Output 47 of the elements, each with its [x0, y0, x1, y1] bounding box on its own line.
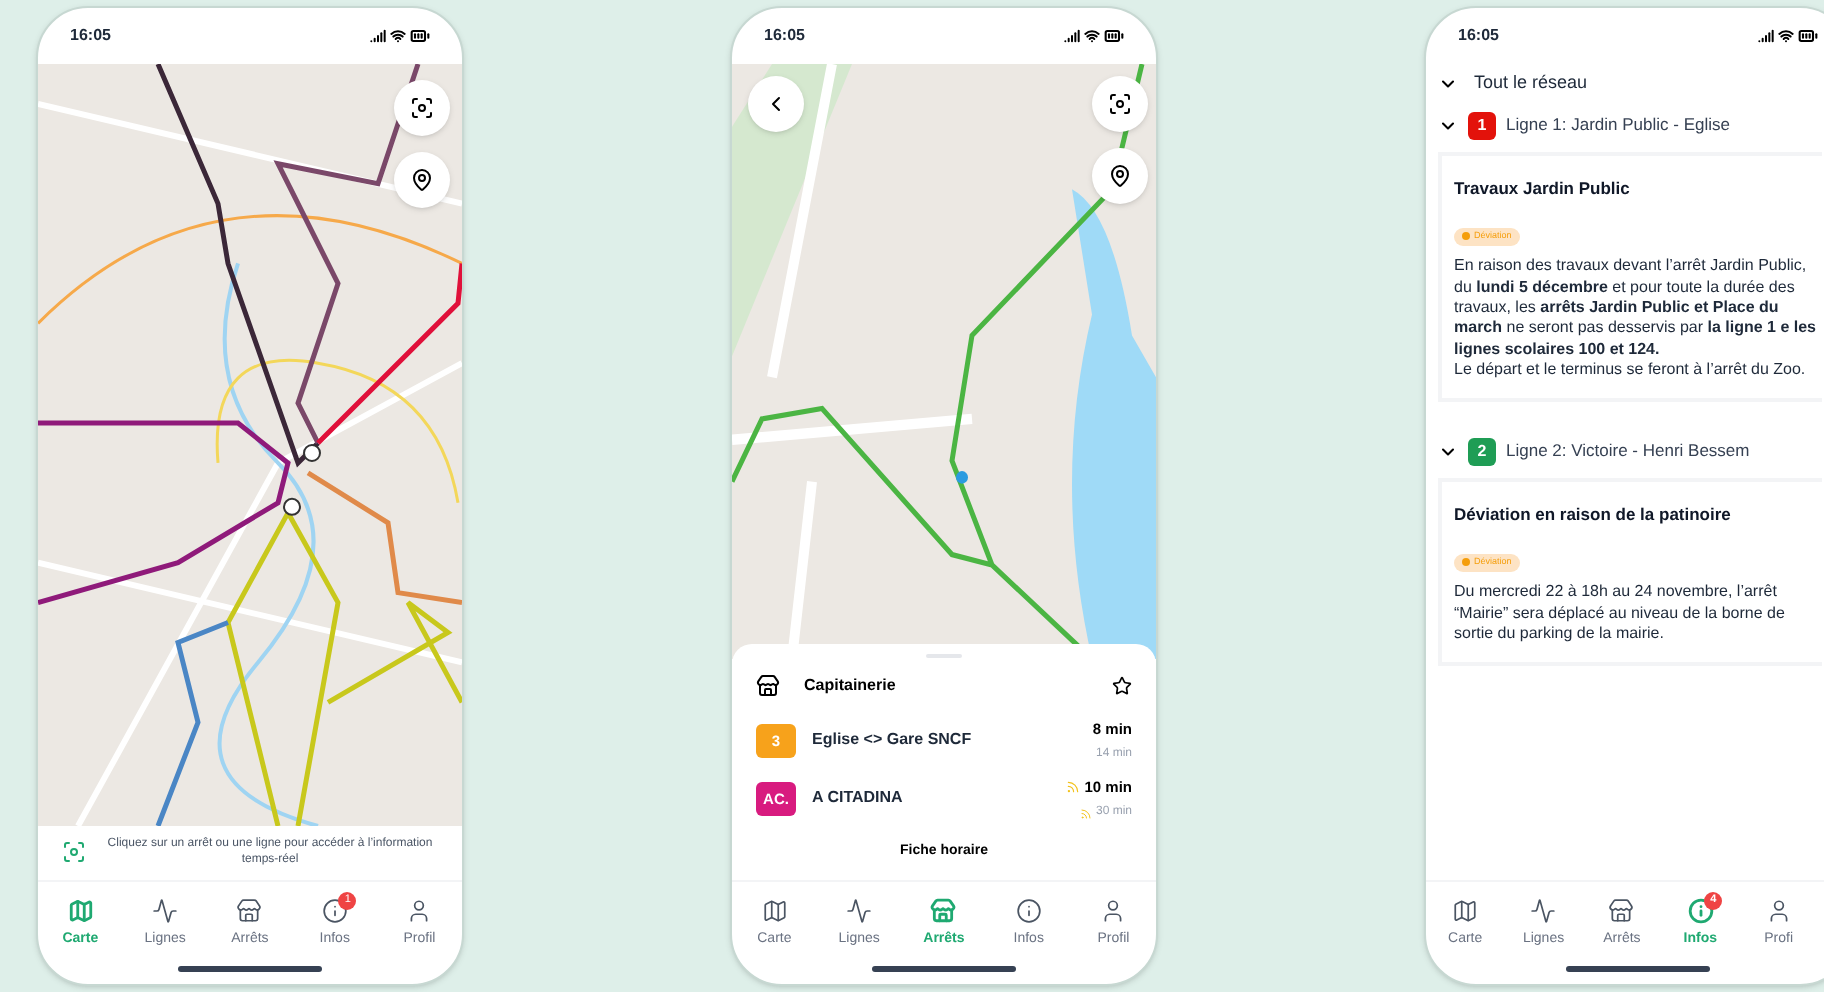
profile-icon — [406, 897, 433, 923]
favorite-star-icon[interactable] — [1112, 675, 1132, 695]
line-badge: 2 — [1468, 437, 1496, 466]
profile-icon — [1100, 897, 1127, 923]
map-icon — [67, 897, 94, 923]
location-pin-icon — [1108, 164, 1132, 188]
realtime-icon — [1079, 807, 1092, 819]
lines-icon — [1530, 897, 1557, 923]
alert-text: Du mercredi 22 à 18h au 24 novembre, l’arrêt “Mairie” sera déplacé au niveau de la borne de sortie du parking de la mairie. — [1454, 582, 1787, 646]
home-indicator — [1566, 966, 1710, 972]
signal-icon — [1064, 28, 1080, 44]
stop-name: Capitainerie — [804, 673, 898, 697]
scan-icon — [62, 840, 86, 865]
map-icon — [761, 897, 788, 923]
lines-icon — [846, 897, 873, 923]
line-name: Ligne 1: Jardin Public - Eglise — [1506, 112, 1730, 138]
home-indicator — [178, 966, 322, 972]
info-icon — [1015, 897, 1042, 923]
wifi-icon — [1778, 28, 1794, 44]
map-icon — [1452, 897, 1479, 923]
home-indicator — [872, 966, 1016, 972]
alert-title: Travaux Jardin Public — [1454, 175, 1632, 201]
network-title: Tout le réseau — [1474, 70, 1588, 96]
line-badge: 1 — [1468, 111, 1496, 139]
battery-icon — [1798, 26, 1818, 46]
status-time: 16:05 — [70, 24, 111, 48]
location-pin-icon — [410, 168, 434, 192]
alert-text: En raison des travaux devant l’arrêt Jardin Public, du lundi 5 décembre et pour toute la durée des travaux, les arrêts Jardin Public et Place du march ne seront pas desservis par la ligne 1 e les lignes scolaires 100 et 124. — [1454, 256, 1818, 361]
line-destination[interactable]: Eglise <> Gare SNCF — [812, 728, 1077, 753]
lines-icon — [152, 897, 179, 923]
profile-icon — [1765, 897, 1792, 923]
alert-text: Le départ et le terminus se feront à l’arrêt du Zoo. — [1454, 360, 1808, 382]
signal-icon — [370, 28, 386, 44]
status-time: 16:05 — [1458, 24, 1499, 48]
alert-title: Déviation en raison de la patinoire — [1454, 501, 1733, 527]
battery-icon — [1104, 26, 1124, 46]
info-icon — [1687, 897, 1714, 923]
line-destination[interactable]: A CITADINA — [812, 786, 1051, 811]
scan-icon — [1108, 92, 1132, 116]
line-name: Ligne 2: Victoire - Henri Bessem — [1506, 438, 1750, 464]
status-time: 16:05 — [764, 24, 805, 48]
wifi-icon — [390, 28, 406, 44]
wifi-icon — [1084, 28, 1100, 44]
battery-icon — [410, 26, 430, 46]
signal-icon — [1758, 28, 1774, 44]
scan-icon — [410, 96, 434, 120]
info-icon — [321, 897, 348, 923]
